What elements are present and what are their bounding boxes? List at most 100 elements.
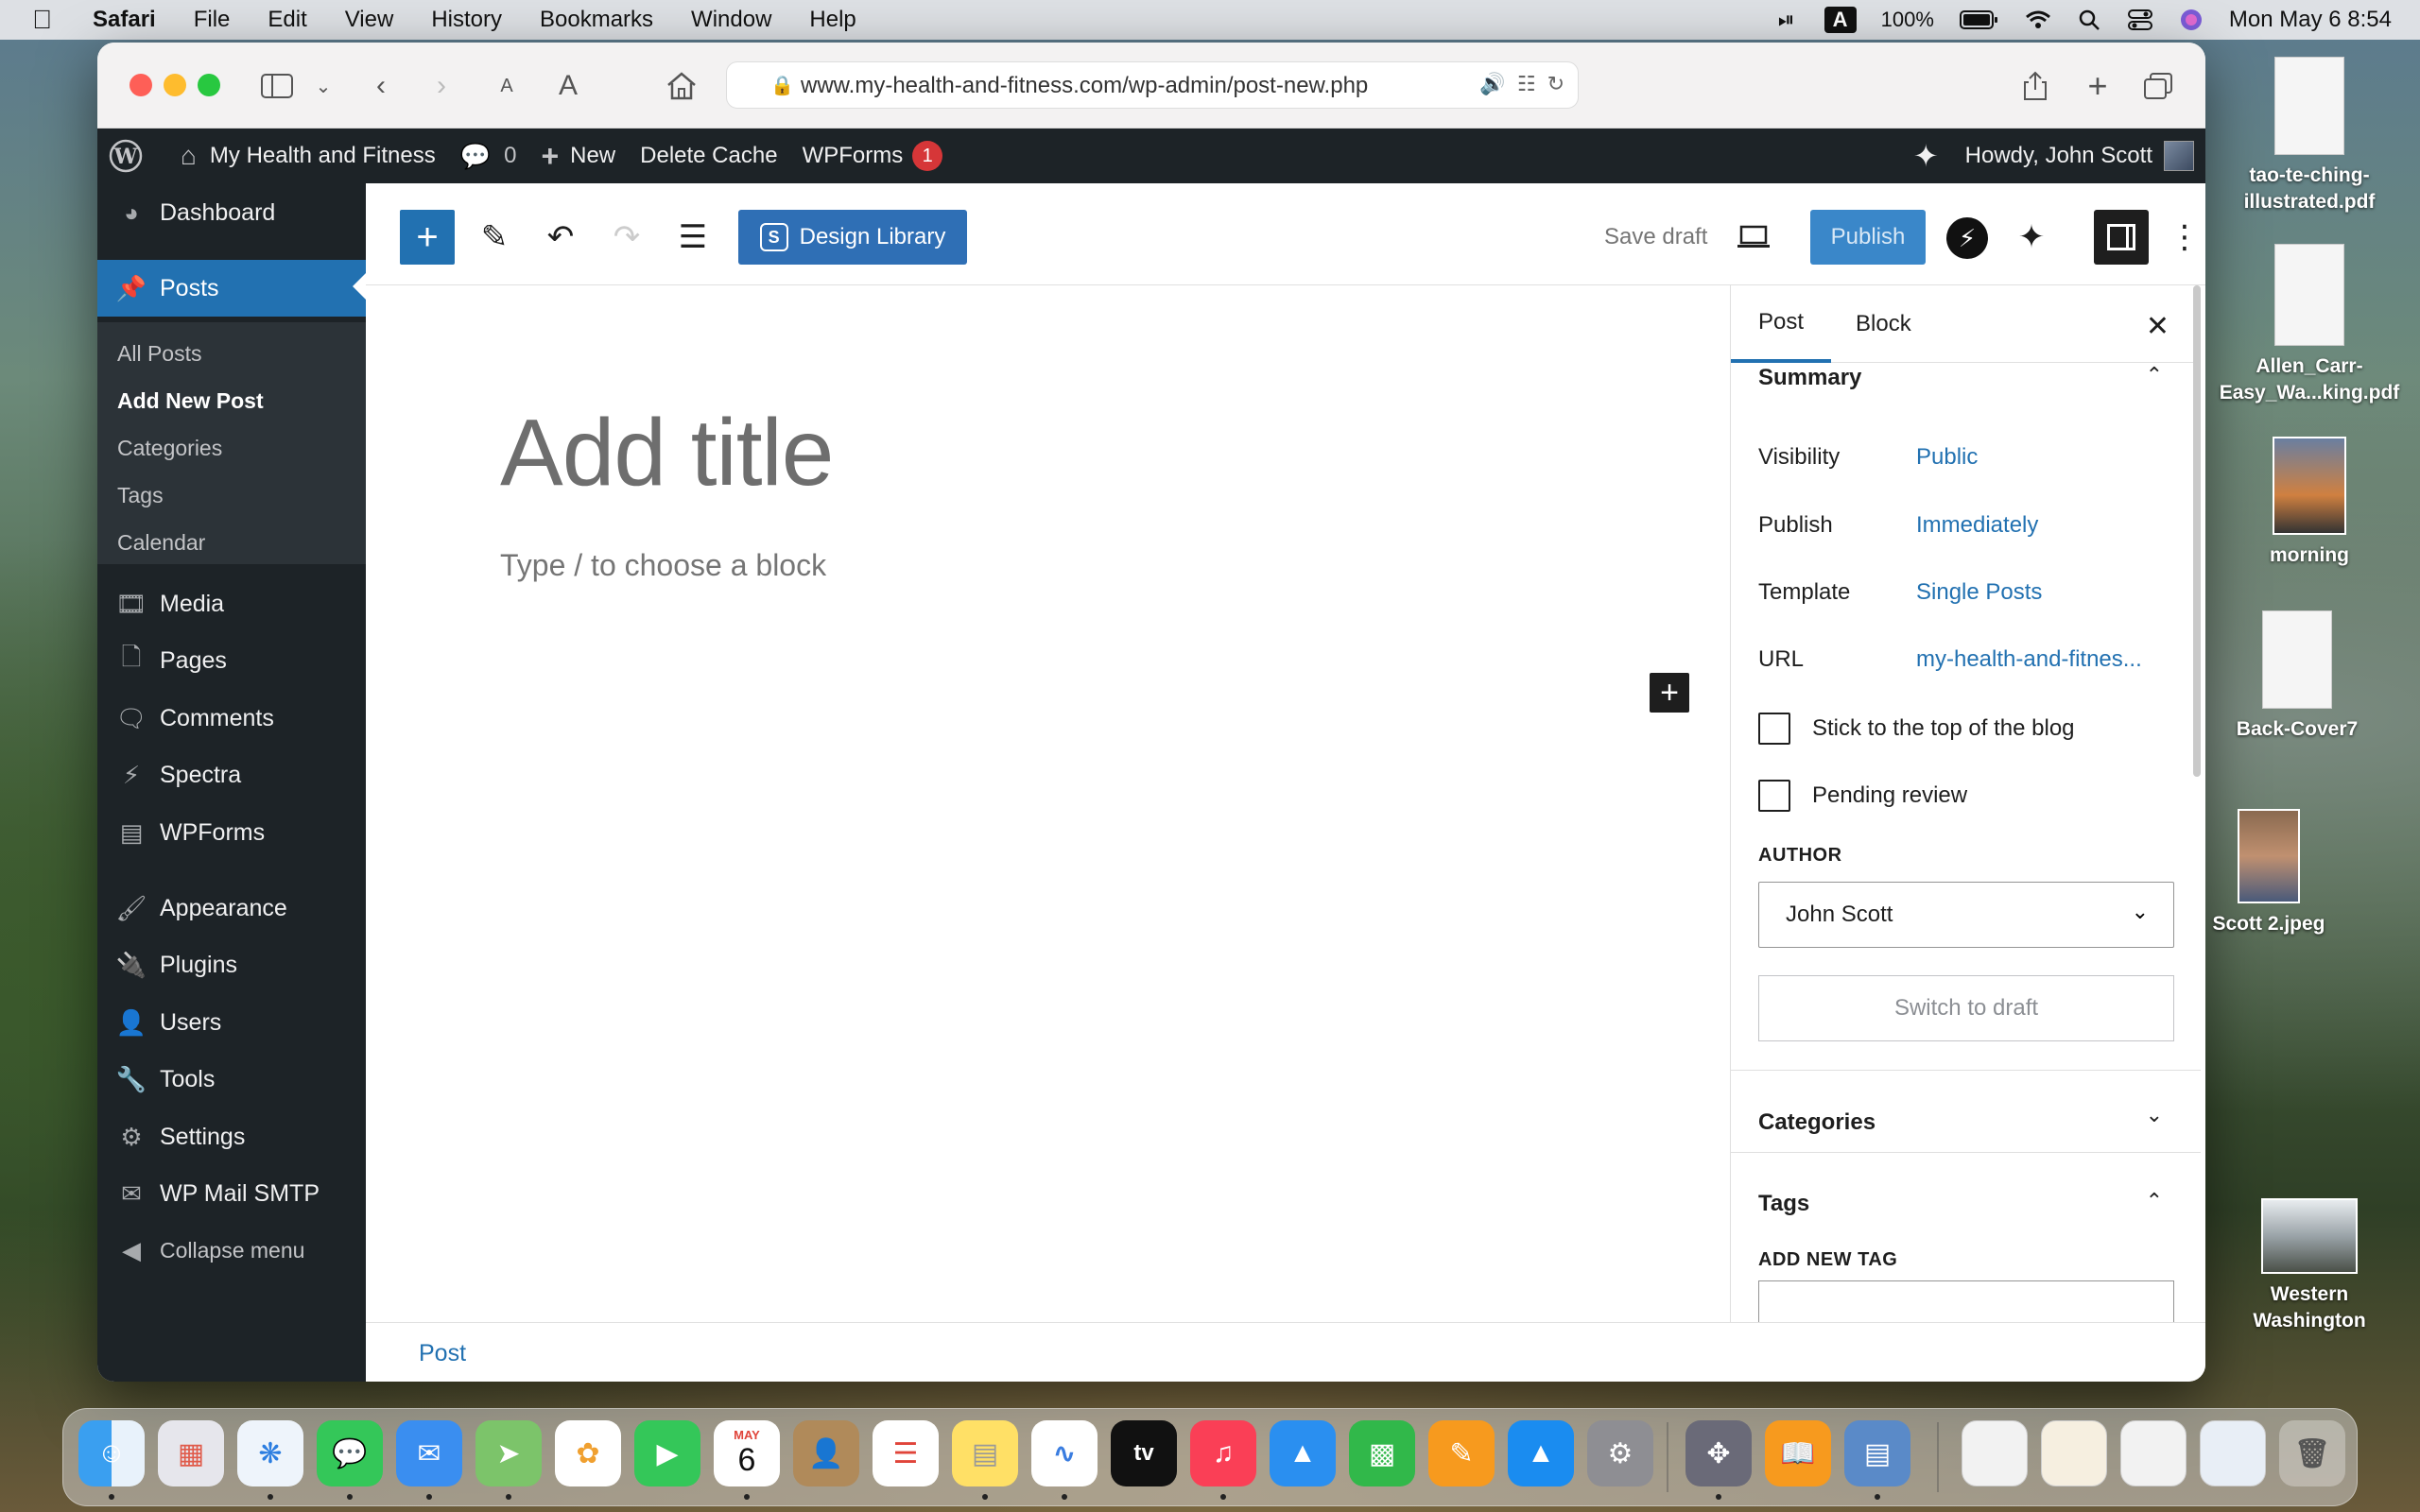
- sidebar-item-wpforms[interactable]: ▤ WPForms: [97, 806, 366, 859]
- document-overview-icon[interactable]: ☰: [668, 210, 717, 265]
- undo-icon[interactable]: ↶: [536, 210, 585, 265]
- howdy-user[interactable]: Howdy, John Scott: [1965, 141, 2194, 171]
- apple-icon[interactable]: : [32, 5, 60, 35]
- reload-icon[interactable]: ↻: [1547, 72, 1564, 96]
- chevron-up-icon[interactable]: ⌃: [2146, 363, 2163, 387]
- add-new-tag-input[interactable]: [1758, 1280, 2174, 1322]
- menu-clock[interactable]: Mon May 6 8:54: [2229, 7, 2392, 33]
- sidebar-item-dashboard[interactable]: ◕ Dashboard: [97, 186, 366, 239]
- address-bar[interactable]: 🔒 www.my-health-and-fitness.com/wp-admin…: [726, 61, 1579, 109]
- freeform-icon[interactable]: ∿: [1031, 1420, 1098, 1486]
- preview-icon[interactable]: ▤: [1844, 1420, 1910, 1486]
- block-inserter-button[interactable]: +: [400, 210, 455, 265]
- increase-text-size-button[interactable]: A: [549, 67, 587, 105]
- system-settings-icon[interactable]: ⚙: [1587, 1420, 1653, 1486]
- switch-to-draft-button[interactable]: Switch to draft: [1758, 975, 2174, 1041]
- sidebar-toggle-icon[interactable]: [258, 67, 296, 105]
- design-library-button[interactable]: S Design Library: [738, 210, 967, 265]
- pending-review-label[interactable]: Pending review: [1812, 782, 1967, 809]
- share-icon[interactable]: [2016, 67, 2054, 105]
- menu-window[interactable]: Window: [691, 7, 771, 33]
- messages-icon[interactable]: 💬: [317, 1420, 383, 1486]
- publish-value[interactable]: Immediately: [1916, 512, 2162, 539]
- sidebar-item-plugins[interactable]: 🔌 Plugins: [97, 938, 366, 991]
- input-source-icon[interactable]: A: [1824, 7, 1857, 33]
- close-icon[interactable]: ✕: [2146, 310, 2169, 343]
- summary-heading[interactable]: Summary: [1758, 365, 1861, 391]
- save-draft-button[interactable]: Save draft: [1604, 210, 1707, 265]
- chevron-up-icon[interactable]: ⌃: [2146, 1189, 2163, 1213]
- admin-bar-comments[interactable]: 💬 0: [460, 142, 517, 171]
- panel-scrollbar[interactable]: [2193, 285, 2201, 777]
- mail-icon[interactable]: ✉: [396, 1420, 462, 1486]
- zoom-window-button[interactable]: [198, 74, 220, 96]
- menu-view[interactable]: View: [345, 7, 394, 33]
- calendar-icon[interactable]: MAY 6: [714, 1420, 780, 1486]
- tab-block[interactable]: Block: [1856, 285, 1911, 363]
- control-center-icon[interactable]: [2127, 9, 2153, 31]
- recent-document-icon[interactable]: [2041, 1420, 2107, 1486]
- decrease-text-size-button[interactable]: A: [493, 67, 521, 105]
- pages-app-icon[interactable]: ✎: [1428, 1420, 1495, 1486]
- music-icon[interactable]: ♫: [1190, 1420, 1256, 1486]
- desktop-file-morning[interactable]: morning: [2248, 437, 2371, 569]
- trash-icon[interactable]: 🗑: [2279, 1420, 2345, 1486]
- close-window-button[interactable]: [130, 74, 152, 96]
- sidebar-collapse-menu[interactable]: ◀ Collapse menu: [97, 1224, 366, 1277]
- pending-review-checkbox[interactable]: [1758, 780, 1790, 812]
- back-icon[interactable]: ‹: [362, 67, 400, 105]
- inline-add-block-button[interactable]: +: [1650, 673, 1689, 713]
- chevron-down-icon[interactable]: ⌄: [2146, 1103, 2163, 1127]
- desktop-file-back-cover[interactable]: Back-Cover7: [2221, 610, 2373, 743]
- recent-document-icon[interactable]: [1962, 1420, 2028, 1486]
- block-appender[interactable]: Type / to choose a block: [500, 548, 826, 583]
- visibility-value[interactable]: Public: [1916, 444, 2162, 471]
- app-store-icon[interactable]: ▲: [1508, 1420, 1574, 1486]
- forward-icon[interactable]: ›: [423, 67, 460, 105]
- launchpad-icon[interactable]: ▦: [158, 1420, 224, 1486]
- numbers-icon[interactable]: ▩: [1349, 1420, 1415, 1486]
- pencil-tools-icon[interactable]: ✎: [470, 210, 519, 265]
- sidebar-item-settings[interactable]: ⚙ Settings: [97, 1110, 366, 1163]
- recent-document-icon[interactable]: [2120, 1420, 2187, 1486]
- menu-bookmarks[interactable]: Bookmarks: [540, 7, 653, 33]
- redo-icon[interactable]: ↷: [602, 210, 651, 265]
- new-tab-icon[interactable]: +: [2079, 66, 2117, 105]
- admin-bar-new[interactable]: + New: [541, 139, 615, 174]
- sidebar-item-media[interactable]: 🎞 Media: [97, 577, 366, 630]
- sidebar-item-posts[interactable]: 📌 Posts: [97, 260, 366, 317]
- sidebar-item-wp-mail-smtp[interactable]: ✉ WP Mail SMTP: [97, 1167, 366, 1220]
- facetime-icon[interactable]: ▶: [634, 1420, 700, 1486]
- more-options-icon[interactable]: ⋮: [2160, 210, 2205, 265]
- categories-heading[interactable]: Categories: [1758, 1109, 1876, 1136]
- sidebar-item-pages[interactable]: 🗋 Pages: [97, 634, 366, 687]
- ai-sparkle-icon[interactable]: ✦: [1913, 138, 1939, 174]
- submenu-all-posts[interactable]: All Posts: [117, 341, 201, 367]
- safari-icon[interactable]: ❋: [237, 1420, 303, 1486]
- submenu-categories[interactable]: Categories: [117, 436, 222, 461]
- post-title-input[interactable]: Add title: [500, 399, 834, 507]
- admin-bar-site[interactable]: ⌂ My Health and Fitness: [181, 141, 436, 171]
- breadcrumb[interactable]: Post: [419, 1340, 466, 1367]
- minimize-window-button[interactable]: [164, 74, 186, 96]
- wordpress-logo-icon[interactable]: W: [109, 139, 143, 173]
- url-value[interactable]: my-health-and-fitnes...: [1916, 646, 2162, 673]
- submenu-calendar[interactable]: Calendar: [117, 530, 205, 556]
- submenu-tags[interactable]: Tags: [117, 483, 164, 508]
- desktop-file-western-washington[interactable]: Western Washington: [2229, 1198, 2390, 1334]
- contacts-icon[interactable]: 👤: [793, 1420, 859, 1486]
- siri-icon[interactable]: [2178, 9, 2204, 31]
- audio-playing-icon[interactable]: 🔊: [1479, 72, 1505, 96]
- photos-icon[interactable]: ✿: [555, 1420, 621, 1486]
- apple-tv-icon[interactable]: tv: [1111, 1420, 1177, 1486]
- finder-icon[interactable]: ☺: [78, 1420, 145, 1486]
- sidebar-item-comments[interactable]: 🗨 Comments: [97, 692, 366, 745]
- battery-icon[interactable]: [1959, 9, 2000, 31]
- books-icon[interactable]: 📖: [1765, 1420, 1831, 1486]
- menu-history[interactable]: History: [431, 7, 502, 33]
- recent-document-icon[interactable]: [2200, 1420, 2266, 1486]
- sticky-label[interactable]: Stick to the top of the blog: [1812, 715, 2075, 742]
- sidebar-item-users[interactable]: 👤 Users: [97, 996, 366, 1049]
- ai-sparkle-icon[interactable]: ✦: [2007, 210, 2056, 265]
- preview-device-icon[interactable]: [1729, 210, 1778, 265]
